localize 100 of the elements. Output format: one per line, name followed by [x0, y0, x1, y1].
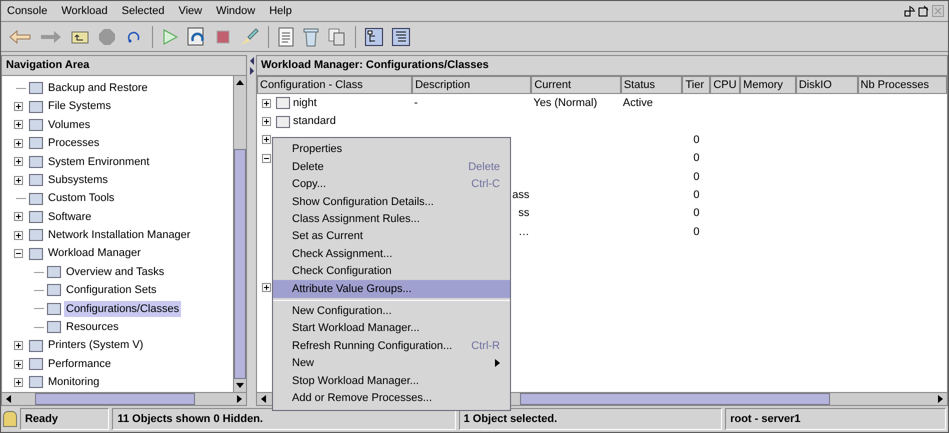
- expand-toggle-icon[interactable]: [14, 230, 22, 240]
- back-arrow-icon[interactable]: [9, 30, 31, 44]
- tree-item[interactable]: File Systems: [46, 98, 113, 115]
- column-header[interactable]: Memory: [740, 76, 796, 94]
- node-icon: [29, 229, 43, 242]
- menu-item[interactable]: Delete Delete: [273, 158, 510, 176]
- expand-toggle-icon[interactable]: [262, 98, 270, 108]
- menu-item[interactable]: Check Configuration: [273, 262, 510, 280]
- table-cell-text: ss: [518, 206, 530, 222]
- restore-icon[interactable]: [904, 5, 916, 17]
- menu-item[interactable]: New: [273, 354, 510, 372]
- node-icon: [29, 340, 43, 352]
- table-cell-text: 0: [693, 151, 700, 166]
- table-cell-text: standard: [293, 114, 336, 130]
- tree-item[interactable]: Processes: [46, 135, 102, 152]
- node-icon: [29, 137, 43, 150]
- horizontal-scrollbar[interactable]: [2, 392, 246, 405]
- expand-toggle-icon[interactable]: [14, 341, 22, 350]
- tree-item[interactable]: Configurations/Classes: [64, 300, 182, 318]
- menu-item[interactable]: Add or Remove Processes...: [273, 389, 510, 407]
- copy-icon[interactable]: [328, 28, 346, 46]
- expand-toggle-icon[interactable]: [14, 212, 22, 222]
- table-cell-text: ass: [512, 188, 530, 203]
- menu-item[interactable]: Copy... Ctrl-C: [273, 176, 510, 194]
- table-cell-text: 0: [693, 206, 700, 222]
- table-cell-text: Active: [622, 96, 653, 111]
- menu-item[interactable]: New Configuration...: [273, 302, 510, 320]
- tree-item[interactable]: Subsystems: [46, 172, 110, 188]
- tree-item[interactable]: Performance: [46, 356, 113, 372]
- column-header[interactable]: Current: [531, 76, 621, 94]
- tree-item[interactable]: Software: [46, 208, 94, 226]
- menu-item[interactable]: Workload: [59, 2, 110, 20]
- tree-item[interactable]: Network Installation Manager: [46, 227, 192, 244]
- menu-item[interactable]: Properties: [273, 141, 510, 158]
- node-icon: [47, 266, 61, 278]
- table-cell-text: -: [414, 96, 418, 111]
- expand-toggle-icon[interactable]: [262, 135, 270, 144]
- maximize-icon[interactable]: [918, 5, 930, 17]
- tree-view-icon[interactable]: [365, 28, 383, 46]
- status-field: Ready: [20, 408, 110, 430]
- expand-toggle-icon[interactable]: [14, 378, 22, 387]
- expand-toggle-icon[interactable]: [262, 282, 270, 292]
- document-icon[interactable]: [278, 26, 294, 46]
- collapse-toggle-icon[interactable]: [14, 249, 22, 258]
- class-icon: [276, 116, 290, 128]
- expand-toggle-icon[interactable]: [14, 120, 22, 130]
- expand-toggle-icon[interactable]: [14, 176, 22, 185]
- tree-item[interactable]: Overview and Tasks: [64, 264, 166, 280]
- details-view-icon[interactable]: [392, 28, 410, 46]
- table-cell-text: …: [518, 224, 530, 240]
- column-header[interactable]: Configuration - Class: [257, 76, 412, 94]
- menu-item[interactable]: Start Workload Manager...: [273, 320, 510, 338]
- menu-item[interactable]: Attribute Value Groups...: [273, 280, 510, 298]
- tree-item[interactable]: Configuration Sets: [64, 282, 158, 299]
- menu-item[interactable]: Window: [214, 2, 258, 20]
- node-icon: [29, 82, 43, 94]
- expand-toggle-icon[interactable]: [14, 102, 22, 112]
- menu-item[interactable]: Refresh Running Configuration... Ctrl-R: [273, 337, 510, 355]
- brush-icon[interactable]: [239, 26, 259, 46]
- document-refresh-icon[interactable]: [187, 26, 207, 46]
- panel-title: Workload Manager: Configurations/Classes: [257, 56, 947, 76]
- column-header[interactable]: Status: [620, 76, 682, 94]
- node-icon: [29, 174, 43, 186]
- expand-toggle-icon[interactable]: [262, 117, 270, 126]
- trash-icon[interactable]: [303, 26, 319, 46]
- menu-item[interactable]: Help: [267, 2, 294, 20]
- node-icon: [29, 358, 43, 370]
- tree-item[interactable]: Volumes: [46, 116, 92, 134]
- folder-up-icon[interactable]: [71, 30, 89, 44]
- expand-toggle-icon[interactable]: [14, 157, 22, 166]
- node-icon: [29, 376, 43, 388]
- node-icon: [47, 302, 61, 315]
- menu-item[interactable]: Selected: [120, 2, 166, 20]
- column-header[interactable]: DiskIO: [796, 76, 858, 94]
- column-header[interactable]: CPU: [710, 76, 740, 94]
- expand-toggle-icon[interactable]: [14, 138, 22, 148]
- expand-toggle-icon[interactable]: [14, 360, 22, 369]
- column-header[interactable]: Tier: [682, 76, 710, 94]
- tree-item[interactable]: Resources: [64, 319, 121, 336]
- menu-item[interactable]: Check Assignment...: [273, 245, 510, 263]
- node-icon: [29, 248, 43, 260]
- status-field: 1 Object selected.: [458, 408, 722, 430]
- menu-item[interactable]: Set as Current: [273, 228, 510, 246]
- tree-item[interactable]: Workload Manager: [46, 245, 143, 262]
- column-header[interactable]: Description: [412, 76, 532, 94]
- menu-item[interactable]: View: [176, 2, 204, 20]
- collapse-toggle-icon[interactable]: [262, 154, 270, 163]
- tree-item[interactable]: Printers (System V): [46, 337, 146, 354]
- status-field: root - server1: [725, 408, 946, 430]
- tree-item[interactable]: System Environment: [46, 154, 152, 170]
- tree-item[interactable]: Monitoring: [46, 374, 102, 391]
- menu-item[interactable]: Console: [5, 2, 50, 20]
- tree-item[interactable]: Backup and Restore: [46, 80, 150, 96]
- stop-square-icon[interactable]: [216, 30, 230, 44]
- menu-item[interactable]: Stop Workload Manager...: [273, 372, 510, 390]
- menu-item[interactable]: Show Configuration Details...: [273, 193, 510, 211]
- column-header[interactable]: Nb Processes: [858, 76, 947, 94]
- vertical-scrollbar[interactable]: [233, 76, 246, 392]
- tree-item[interactable]: Custom Tools: [46, 190, 116, 207]
- menu-item[interactable]: Class Assignment Rules...: [273, 210, 510, 228]
